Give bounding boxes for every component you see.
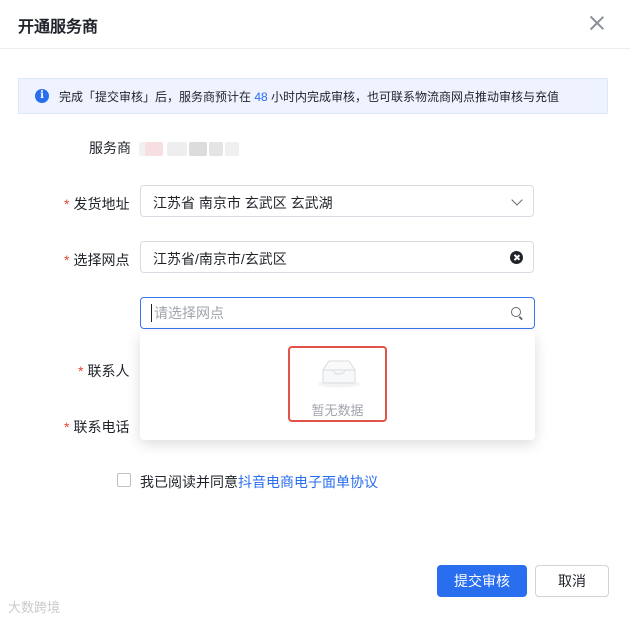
alert-text-after: 小时内完成审核，也可联系物流商网点推动审核与充值: [267, 90, 560, 104]
address-value: 江苏省 南京市 玄武区 玄武湖: [153, 195, 333, 211]
open-provider-dialog: 开通服务商 i 完成「提交审核」后，服务商预计在 48 小时内完成审核，也可联系…: [0, 0, 630, 619]
outlet-value: 江苏省/南京市/玄武区: [153, 251, 287, 267]
outlet-search[interactable]: [140, 297, 535, 329]
alert-text-before: 完成「提交审核」后，服务商预计在: [59, 90, 255, 104]
agreement-link[interactable]: 抖音电商电子面单协议: [238, 474, 378, 490]
alert-text: 完成「提交审核」后，服务商预计在 48 小时内完成审核，也可联系物流商网点推动审…: [59, 88, 559, 105]
required-mark: *: [78, 363, 84, 379]
outlet-label: * 选择网点: [64, 252, 130, 268]
dialog-title: 开通服务商: [18, 19, 99, 36]
watermark: 大数跨境: [8, 600, 61, 615]
alert-hours: 48: [254, 90, 268, 104]
search-icon[interactable]: [511, 307, 521, 317]
address-select[interactable]: 江苏省 南京市 玄武区 玄武湖: [140, 185, 534, 217]
address-label: * 发货地址: [64, 196, 130, 212]
agreement-prefix: 我已阅读并同意: [140, 474, 238, 490]
empty-state-highlight: 暂无数据: [288, 346, 387, 422]
submit-review-button[interactable]: 提交审核: [437, 565, 527, 597]
info-icon: i: [35, 89, 49, 103]
contact-label: * 联系人: [78, 363, 130, 379]
phone-label: * 联系电话: [64, 419, 130, 435]
close-icon[interactable]: [588, 14, 606, 32]
agreement-text: 我已阅读并同意抖音电商电子面单协议: [140, 472, 378, 492]
info-alert: i 完成「提交审核」后，服务商预计在 48 小时内完成审核，也可联系物流商网点推…: [18, 78, 608, 114]
vendor-name-blurred: [137, 138, 241, 160]
required-mark: *: [64, 196, 70, 212]
empty-box-icon: [318, 360, 360, 388]
required-mark: *: [64, 252, 70, 268]
vendor-label: 服务商: [89, 140, 131, 156]
required-mark: *: [64, 419, 70, 435]
outlet-dropdown: 暂无数据: [140, 331, 535, 440]
dialog-header: 开通服务商: [0, 0, 630, 49]
outlet-search-input[interactable]: [151, 304, 494, 322]
chevron-down-icon[interactable]: [511, 194, 523, 206]
cancel-button[interactable]: 取消: [535, 565, 609, 597]
clear-icon[interactable]: [510, 251, 523, 264]
agreement-checkbox[interactable]: [117, 473, 131, 487]
empty-text: 暂无数据: [311, 403, 364, 418]
outlet-cascader[interactable]: 江苏省/南京市/玄武区: [140, 241, 534, 273]
